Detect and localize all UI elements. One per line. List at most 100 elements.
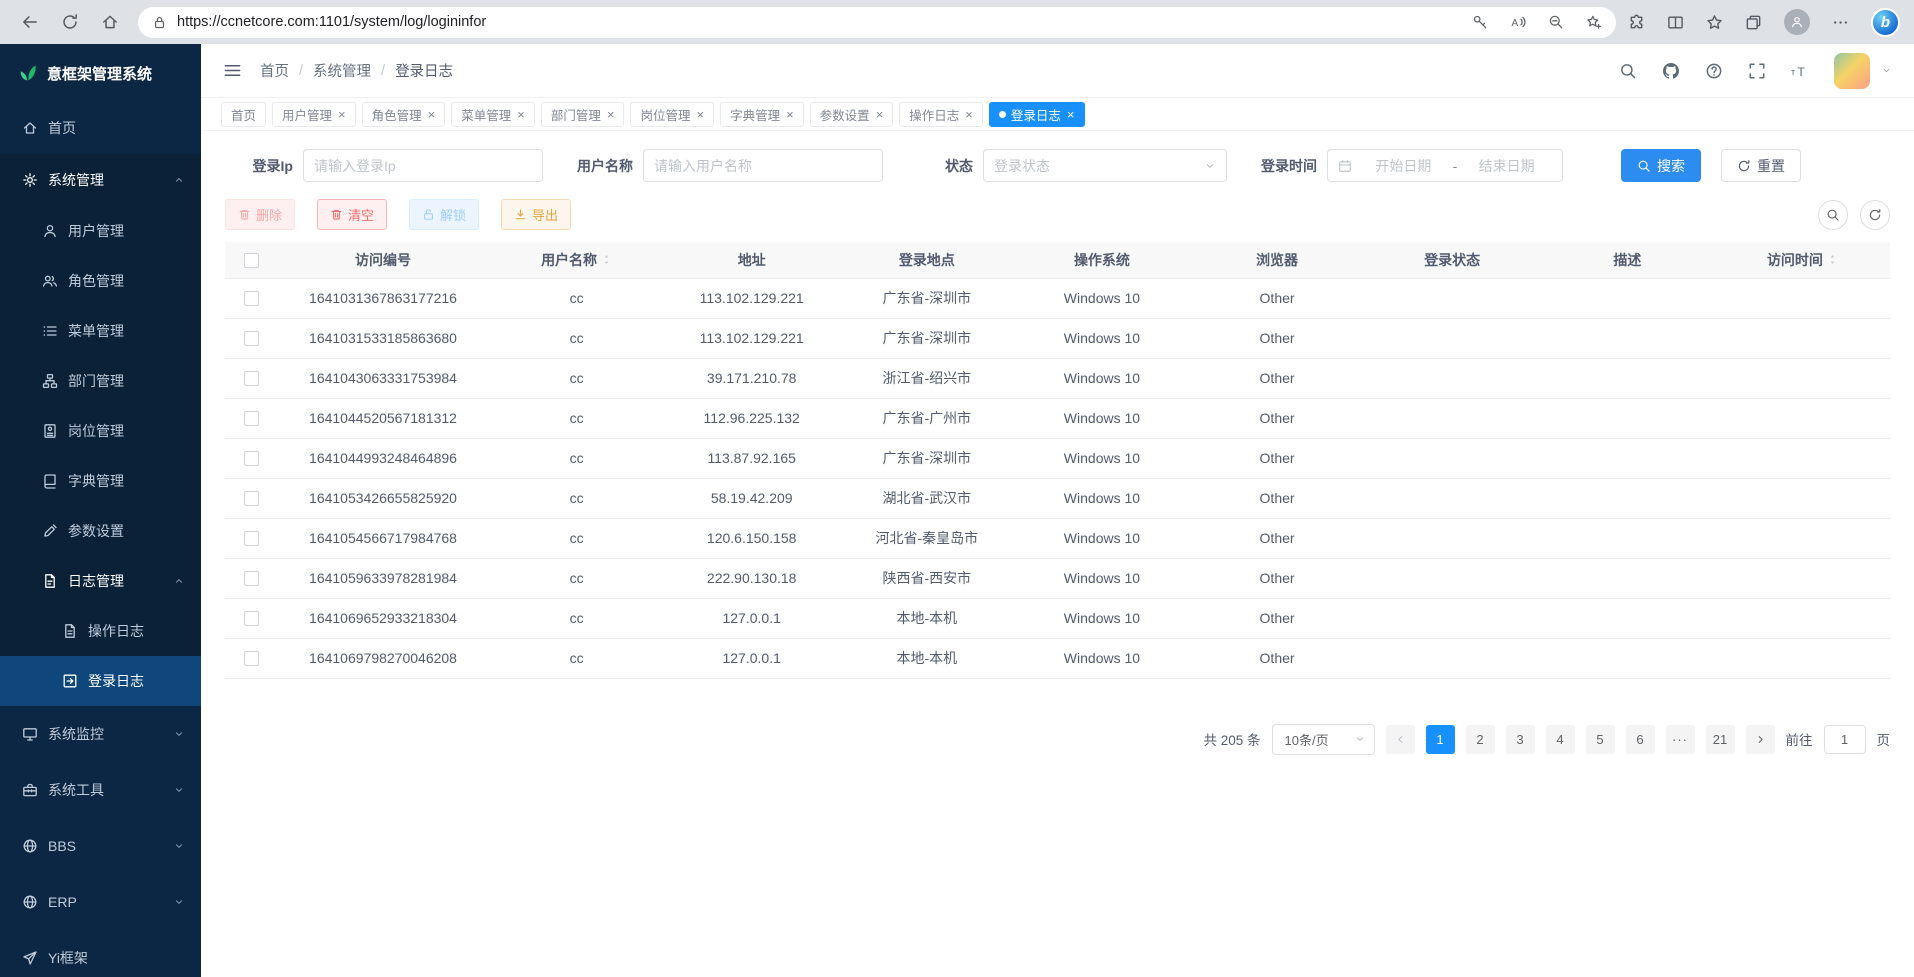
tab-close-icon[interactable]: × (428, 107, 436, 122)
collections-icon[interactable] (1745, 14, 1762, 31)
login-time-range-picker[interactable]: 开始日期 - 结束日期 (1327, 149, 1563, 182)
page-button-2[interactable]: 2 (1466, 725, 1495, 754)
row-checkbox[interactable] (244, 331, 259, 346)
sidebar-item-login-log[interactable]: 登录日志 (0, 656, 201, 706)
github-icon[interactable] (1662, 62, 1680, 80)
pagination-ellipsis[interactable]: ··· (1666, 725, 1695, 754)
tab-role-mgmt[interactable]: 角色管理× (362, 102, 446, 127)
tab-home[interactable]: 首页 (221, 102, 266, 127)
unlock-button[interactable]: 解锁 (409, 199, 479, 230)
sidebar-toggle-icon[interactable] (223, 61, 242, 80)
sidebar-item-home[interactable]: 首页 (0, 102, 201, 154)
tab-login-log[interactable]: 登录日志× (989, 102, 1085, 127)
row-checkbox[interactable] (244, 451, 259, 466)
tab-close-icon[interactable]: × (876, 107, 884, 122)
select-all-checkbox[interactable] (244, 253, 259, 268)
tab-close-icon[interactable]: × (517, 107, 525, 122)
password-manager-icon[interactable] (1472, 14, 1488, 30)
row-checkbox[interactable] (244, 371, 259, 386)
avatar-caret-icon[interactable] (1881, 65, 1892, 76)
sort-icon[interactable] (601, 254, 612, 265)
page-button-6[interactable]: 6 (1626, 725, 1655, 754)
fullscreen-icon[interactable] (1748, 62, 1766, 80)
username-input[interactable] (643, 149, 883, 182)
breadcrumb-item-0[interactable]: 首页 (260, 60, 289, 81)
header-search-icon[interactable] (1619, 62, 1637, 80)
sidebar-item-operation-log[interactable]: 操作日志 (0, 606, 201, 656)
address-bar[interactable]: https://ccnetcore.com:1101/system/log/lo… (138, 7, 1616, 38)
sidebar-item-param-settings[interactable]: 参数设置 (0, 506, 201, 556)
row-checkbox[interactable] (244, 611, 259, 626)
row-checkbox[interactable] (244, 411, 259, 426)
sidebar-item-erp[interactable]: ERP (0, 874, 201, 930)
site-info-icon[interactable] (152, 15, 167, 30)
sidebar-item-log-mgmt[interactable]: 日志管理 (0, 556, 201, 606)
toggle-search-button[interactable] (1818, 200, 1848, 230)
bing-copilot-icon[interactable]: b (1871, 8, 1900, 37)
row-checkbox[interactable] (244, 651, 259, 666)
reset-button[interactable]: 重置 (1721, 149, 1801, 182)
sidebar-item-system-mgmt[interactable]: 系统管理 (0, 154, 201, 206)
row-checkbox[interactable] (244, 571, 259, 586)
browser-back-icon[interactable] (14, 6, 46, 38)
row-checkbox[interactable] (244, 531, 259, 546)
search-button[interactable]: 搜索 (1621, 149, 1701, 182)
page-button-4[interactable]: 4 (1546, 725, 1575, 754)
sidebar-item-system-monitor[interactable]: 系统监控 (0, 706, 201, 762)
row-checkbox[interactable] (244, 491, 259, 506)
sidebar-item-dept-mgmt[interactable]: 部门管理 (0, 356, 201, 406)
sidebar-item-bbs[interactable]: BBS (0, 818, 201, 874)
tab-dict-mgmt[interactable]: 字典管理× (720, 102, 804, 127)
zoom-icon[interactable] (1548, 14, 1564, 30)
sidebar-item-dict-mgmt[interactable]: 字典管理 (0, 456, 201, 506)
split-screen-icon[interactable] (1667, 14, 1684, 31)
tab-operation-log[interactable]: 操作日志× (899, 102, 983, 127)
url-text[interactable]: https://ccnetcore.com:1101/system/log/lo… (177, 14, 1462, 30)
tab-menu-mgmt[interactable]: 菜单管理× (451, 102, 535, 127)
browser-profile-avatar[interactable] (1784, 9, 1810, 35)
page-button-5[interactable]: 5 (1586, 725, 1615, 754)
add-favorite-icon[interactable] (1586, 14, 1602, 30)
sort-icon[interactable] (1827, 254, 1838, 265)
breadcrumb-item-2[interactable]: 登录日志 (395, 60, 453, 81)
tab-close-icon[interactable]: × (1067, 107, 1075, 122)
help-icon[interactable] (1705, 62, 1723, 80)
page-size-select[interactable]: 10条/页 (1272, 724, 1375, 755)
goto-page-input[interactable] (1824, 725, 1866, 754)
sidebar-item-role-mgmt[interactable]: 角色管理 (0, 256, 201, 306)
sidebar-item-post-mgmt[interactable]: 岗位管理 (0, 406, 201, 456)
next-page-button[interactable] (1746, 725, 1775, 754)
delete-button[interactable]: 删除 (225, 199, 295, 230)
browser-menu-icon[interactable] (1832, 14, 1849, 31)
sidebar-item-yi-framework[interactable]: Yi框架 (0, 930, 201, 977)
tab-close-icon[interactable]: × (607, 107, 615, 122)
sidebar-item-user-mgmt[interactable]: 用户管理 (0, 206, 201, 256)
prev-page-button[interactable] (1386, 725, 1415, 754)
page-button-21[interactable]: 21 (1706, 725, 1735, 754)
breadcrumb-item-1[interactable]: 系统管理 (313, 60, 371, 81)
tab-close-icon[interactable]: × (786, 107, 794, 122)
tab-dept-mgmt[interactable]: 部门管理× (541, 102, 625, 127)
browser-refresh-icon[interactable] (54, 6, 86, 38)
tab-post-mgmt[interactable]: 岗位管理× (630, 102, 714, 127)
tab-user-mgmt[interactable]: 用户管理× (272, 102, 356, 127)
row-checkbox[interactable] (244, 291, 259, 306)
font-size-icon[interactable]: тT (1791, 62, 1809, 80)
user-avatar[interactable] (1834, 53, 1870, 89)
page-button-3[interactable]: 3 (1506, 725, 1535, 754)
tab-close-icon[interactable]: × (965, 107, 973, 122)
tab-close-icon[interactable]: × (338, 107, 346, 122)
column-header-8[interactable]: 访问时间 (1715, 242, 1890, 278)
login-ip-input[interactable] (303, 149, 543, 182)
extensions-icon[interactable] (1628, 14, 1645, 31)
tab-close-icon[interactable]: × (696, 107, 704, 122)
browser-home-icon[interactable] (94, 6, 126, 38)
sidebar-item-system-tools[interactable]: 系统工具 (0, 762, 201, 818)
tab-param-settings[interactable]: 参数设置× (810, 102, 894, 127)
favorites-icon[interactable] (1706, 14, 1723, 31)
export-button[interactable]: 导出 (501, 199, 571, 230)
refresh-table-button[interactable] (1860, 200, 1890, 230)
page-button-1[interactable]: 1 (1426, 725, 1455, 754)
status-select[interactable]: 登录状态 (983, 149, 1227, 182)
app-logo[interactable]: 意框架管理系统 (0, 44, 201, 102)
